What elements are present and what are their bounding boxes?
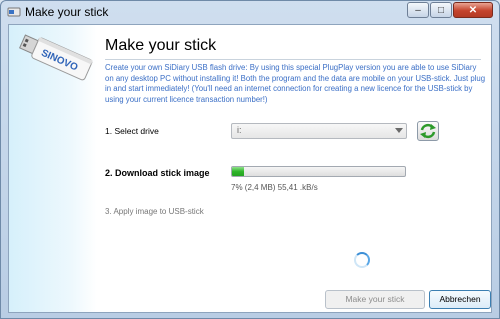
dialog-content: SINOVO Make your stick Create your own S… xyxy=(8,24,492,313)
minimize-button[interactable]: – xyxy=(407,2,429,18)
apply-image-label: 3. Apply image to USB-stick xyxy=(105,207,204,216)
download-progress-fill xyxy=(232,167,245,176)
download-progress-bar xyxy=(231,166,406,177)
divider xyxy=(105,59,481,60)
drive-select-value: i: xyxy=(237,125,242,135)
chevron-down-icon xyxy=(395,128,403,133)
app-icon xyxy=(7,7,21,17)
description-text: Create your own SiDiary USB flash drive:… xyxy=(105,63,486,104)
refresh-drives-button[interactable] xyxy=(417,121,439,141)
cancel-button[interactable]: Abbrechen xyxy=(429,290,491,309)
side-banner: SINOVO xyxy=(9,25,97,312)
page-title: Make your stick xyxy=(105,37,217,54)
title-bar[interactable]: Make your stick – □ ✕ xyxy=(1,1,499,23)
download-label: 2. Download stick image xyxy=(105,168,210,178)
refresh-icon xyxy=(420,123,436,139)
close-button[interactable]: ✕ xyxy=(453,2,493,18)
download-progress-text: 7% (2,4 MB) 55,41 .kB/s xyxy=(231,183,318,192)
make-stick-button[interactable]: Make your stick xyxy=(325,290,425,309)
loading-spinner-icon xyxy=(354,252,370,268)
drive-select[interactable]: i: xyxy=(231,123,407,139)
usb-stick-image: SINOVO xyxy=(19,34,93,81)
maximize-button[interactable]: □ xyxy=(430,2,452,18)
select-drive-label: 1. Select drive xyxy=(105,126,159,136)
app-window: Make your stick – □ ✕ SINOVO Make your s… xyxy=(0,0,500,319)
window-title: Make your stick xyxy=(25,5,109,19)
